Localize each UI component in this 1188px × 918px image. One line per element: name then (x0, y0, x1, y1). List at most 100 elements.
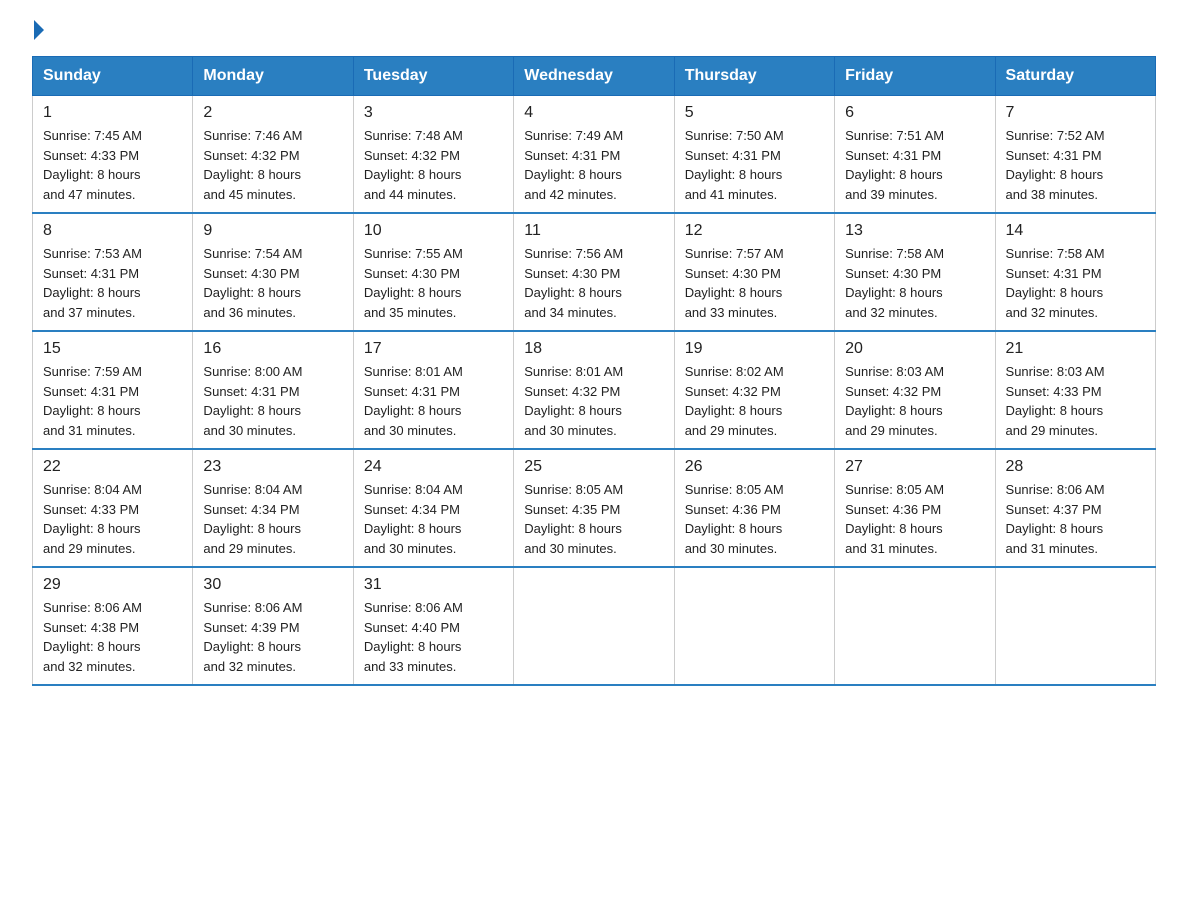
calendar-cell: 31 Sunrise: 8:06 AM Sunset: 4:40 PM Dayl… (353, 567, 513, 685)
day-info: Sunrise: 7:59 AM Sunset: 4:31 PM Dayligh… (43, 362, 182, 440)
header-friday: Friday (835, 57, 995, 96)
day-number: 25 (524, 458, 663, 476)
calendar-cell: 17 Sunrise: 8:01 AM Sunset: 4:31 PM Dayl… (353, 331, 513, 449)
day-info: Sunrise: 8:04 AM Sunset: 4:34 PM Dayligh… (203, 480, 342, 558)
day-info: Sunrise: 7:46 AM Sunset: 4:32 PM Dayligh… (203, 126, 342, 204)
calendar-cell: 16 Sunrise: 8:00 AM Sunset: 4:31 PM Dayl… (193, 331, 353, 449)
day-number: 7 (1006, 104, 1145, 122)
calendar-cell: 12 Sunrise: 7:57 AM Sunset: 4:30 PM Dayl… (674, 213, 834, 331)
day-number: 27 (845, 458, 984, 476)
day-info: Sunrise: 7:54 AM Sunset: 4:30 PM Dayligh… (203, 244, 342, 322)
calendar-cell: 22 Sunrise: 8:04 AM Sunset: 4:33 PM Dayl… (33, 449, 193, 567)
calendar-cell: 11 Sunrise: 7:56 AM Sunset: 4:30 PM Dayl… (514, 213, 674, 331)
calendar-cell: 29 Sunrise: 8:06 AM Sunset: 4:38 PM Dayl… (33, 567, 193, 685)
day-number: 28 (1006, 458, 1145, 476)
day-info: Sunrise: 8:06 AM Sunset: 4:39 PM Dayligh… (203, 598, 342, 676)
day-info: Sunrise: 8:01 AM Sunset: 4:32 PM Dayligh… (524, 362, 663, 440)
day-info: Sunrise: 7:48 AM Sunset: 4:32 PM Dayligh… (364, 126, 503, 204)
calendar-cell: 14 Sunrise: 7:58 AM Sunset: 4:31 PM Dayl… (995, 213, 1155, 331)
day-info: Sunrise: 8:03 AM Sunset: 4:33 PM Dayligh… (1006, 362, 1145, 440)
day-number: 21 (1006, 340, 1145, 358)
calendar-cell: 25 Sunrise: 8:05 AM Sunset: 4:35 PM Dayl… (514, 449, 674, 567)
day-number: 15 (43, 340, 182, 358)
day-number: 24 (364, 458, 503, 476)
calendar-week-row: 29 Sunrise: 8:06 AM Sunset: 4:38 PM Dayl… (33, 567, 1156, 685)
page-header (32, 24, 1156, 40)
calendar-week-row: 8 Sunrise: 7:53 AM Sunset: 4:31 PM Dayli… (33, 213, 1156, 331)
day-number: 10 (364, 222, 503, 240)
day-number: 3 (364, 104, 503, 122)
day-info: Sunrise: 8:05 AM Sunset: 4:35 PM Dayligh… (524, 480, 663, 558)
calendar-cell: 28 Sunrise: 8:06 AM Sunset: 4:37 PM Dayl… (995, 449, 1155, 567)
calendar-cell: 18 Sunrise: 8:01 AM Sunset: 4:32 PM Dayl… (514, 331, 674, 449)
day-number: 5 (685, 104, 824, 122)
day-info: Sunrise: 8:04 AM Sunset: 4:34 PM Dayligh… (364, 480, 503, 558)
day-info: Sunrise: 7:52 AM Sunset: 4:31 PM Dayligh… (1006, 126, 1145, 204)
day-number: 19 (685, 340, 824, 358)
calendar-cell: 15 Sunrise: 7:59 AM Sunset: 4:31 PM Dayl… (33, 331, 193, 449)
day-info: Sunrise: 8:05 AM Sunset: 4:36 PM Dayligh… (845, 480, 984, 558)
day-info: Sunrise: 7:58 AM Sunset: 4:30 PM Dayligh… (845, 244, 984, 322)
header-monday: Monday (193, 57, 353, 96)
day-info: Sunrise: 8:00 AM Sunset: 4:31 PM Dayligh… (203, 362, 342, 440)
day-info: Sunrise: 7:49 AM Sunset: 4:31 PM Dayligh… (524, 126, 663, 204)
day-info: Sunrise: 8:01 AM Sunset: 4:31 PM Dayligh… (364, 362, 503, 440)
calendar-cell: 21 Sunrise: 8:03 AM Sunset: 4:33 PM Dayl… (995, 331, 1155, 449)
calendar-cell: 4 Sunrise: 7:49 AM Sunset: 4:31 PM Dayli… (514, 96, 674, 214)
day-info: Sunrise: 8:03 AM Sunset: 4:32 PM Dayligh… (845, 362, 984, 440)
day-number: 1 (43, 104, 182, 122)
day-info: Sunrise: 8:04 AM Sunset: 4:33 PM Dayligh… (43, 480, 182, 558)
calendar-cell: 30 Sunrise: 8:06 AM Sunset: 4:39 PM Dayl… (193, 567, 353, 685)
day-number: 12 (685, 222, 824, 240)
calendar-cell: 5 Sunrise: 7:50 AM Sunset: 4:31 PM Dayli… (674, 96, 834, 214)
header-sunday: Sunday (33, 57, 193, 96)
day-number: 4 (524, 104, 663, 122)
day-number: 26 (685, 458, 824, 476)
calendar-cell: 20 Sunrise: 8:03 AM Sunset: 4:32 PM Dayl… (835, 331, 995, 449)
day-info: Sunrise: 8:06 AM Sunset: 4:40 PM Dayligh… (364, 598, 503, 676)
calendar-cell (995, 567, 1155, 685)
header-wednesday: Wednesday (514, 57, 674, 96)
day-info: Sunrise: 8:06 AM Sunset: 4:38 PM Dayligh… (43, 598, 182, 676)
day-info: Sunrise: 8:05 AM Sunset: 4:36 PM Dayligh… (685, 480, 824, 558)
day-info: Sunrise: 8:02 AM Sunset: 4:32 PM Dayligh… (685, 362, 824, 440)
day-number: 31 (364, 576, 503, 594)
calendar-cell: 6 Sunrise: 7:51 AM Sunset: 4:31 PM Dayli… (835, 96, 995, 214)
header-thursday: Thursday (674, 57, 834, 96)
calendar-cell: 1 Sunrise: 7:45 AM Sunset: 4:33 PM Dayli… (33, 96, 193, 214)
day-number: 6 (845, 104, 984, 122)
calendar-week-row: 22 Sunrise: 8:04 AM Sunset: 4:33 PM Dayl… (33, 449, 1156, 567)
calendar-cell: 27 Sunrise: 8:05 AM Sunset: 4:36 PM Dayl… (835, 449, 995, 567)
day-number: 2 (203, 104, 342, 122)
day-info: Sunrise: 7:56 AM Sunset: 4:30 PM Dayligh… (524, 244, 663, 322)
calendar-cell: 9 Sunrise: 7:54 AM Sunset: 4:30 PM Dayli… (193, 213, 353, 331)
day-number: 17 (364, 340, 503, 358)
day-number: 22 (43, 458, 182, 476)
header-tuesday: Tuesday (353, 57, 513, 96)
calendar-cell: 24 Sunrise: 8:04 AM Sunset: 4:34 PM Dayl… (353, 449, 513, 567)
day-number: 16 (203, 340, 342, 358)
day-info: Sunrise: 7:58 AM Sunset: 4:31 PM Dayligh… (1006, 244, 1145, 322)
calendar-cell: 13 Sunrise: 7:58 AM Sunset: 4:30 PM Dayl… (835, 213, 995, 331)
calendar-cell: 10 Sunrise: 7:55 AM Sunset: 4:30 PM Dayl… (353, 213, 513, 331)
calendar-cell: 23 Sunrise: 8:04 AM Sunset: 4:34 PM Dayl… (193, 449, 353, 567)
calendar-cell: 26 Sunrise: 8:05 AM Sunset: 4:36 PM Dayl… (674, 449, 834, 567)
day-info: Sunrise: 7:55 AM Sunset: 4:30 PM Dayligh… (364, 244, 503, 322)
day-number: 30 (203, 576, 342, 594)
calendar-cell: 7 Sunrise: 7:52 AM Sunset: 4:31 PM Dayli… (995, 96, 1155, 214)
day-number: 9 (203, 222, 342, 240)
day-info: Sunrise: 7:45 AM Sunset: 4:33 PM Dayligh… (43, 126, 182, 204)
day-info: Sunrise: 7:53 AM Sunset: 4:31 PM Dayligh… (43, 244, 182, 322)
calendar-cell: 3 Sunrise: 7:48 AM Sunset: 4:32 PM Dayli… (353, 96, 513, 214)
calendar-cell (674, 567, 834, 685)
day-number: 13 (845, 222, 984, 240)
calendar-table: SundayMondayTuesdayWednesdayThursdayFrid… (32, 56, 1156, 686)
calendar-cell: 19 Sunrise: 8:02 AM Sunset: 4:32 PM Dayl… (674, 331, 834, 449)
calendar-week-row: 15 Sunrise: 7:59 AM Sunset: 4:31 PM Dayl… (33, 331, 1156, 449)
calendar-header-row: SundayMondayTuesdayWednesdayThursdayFrid… (33, 57, 1156, 96)
calendar-cell (514, 567, 674, 685)
logo (32, 24, 44, 40)
calendar-week-row: 1 Sunrise: 7:45 AM Sunset: 4:33 PM Dayli… (33, 96, 1156, 214)
day-info: Sunrise: 7:50 AM Sunset: 4:31 PM Dayligh… (685, 126, 824, 204)
day-number: 23 (203, 458, 342, 476)
